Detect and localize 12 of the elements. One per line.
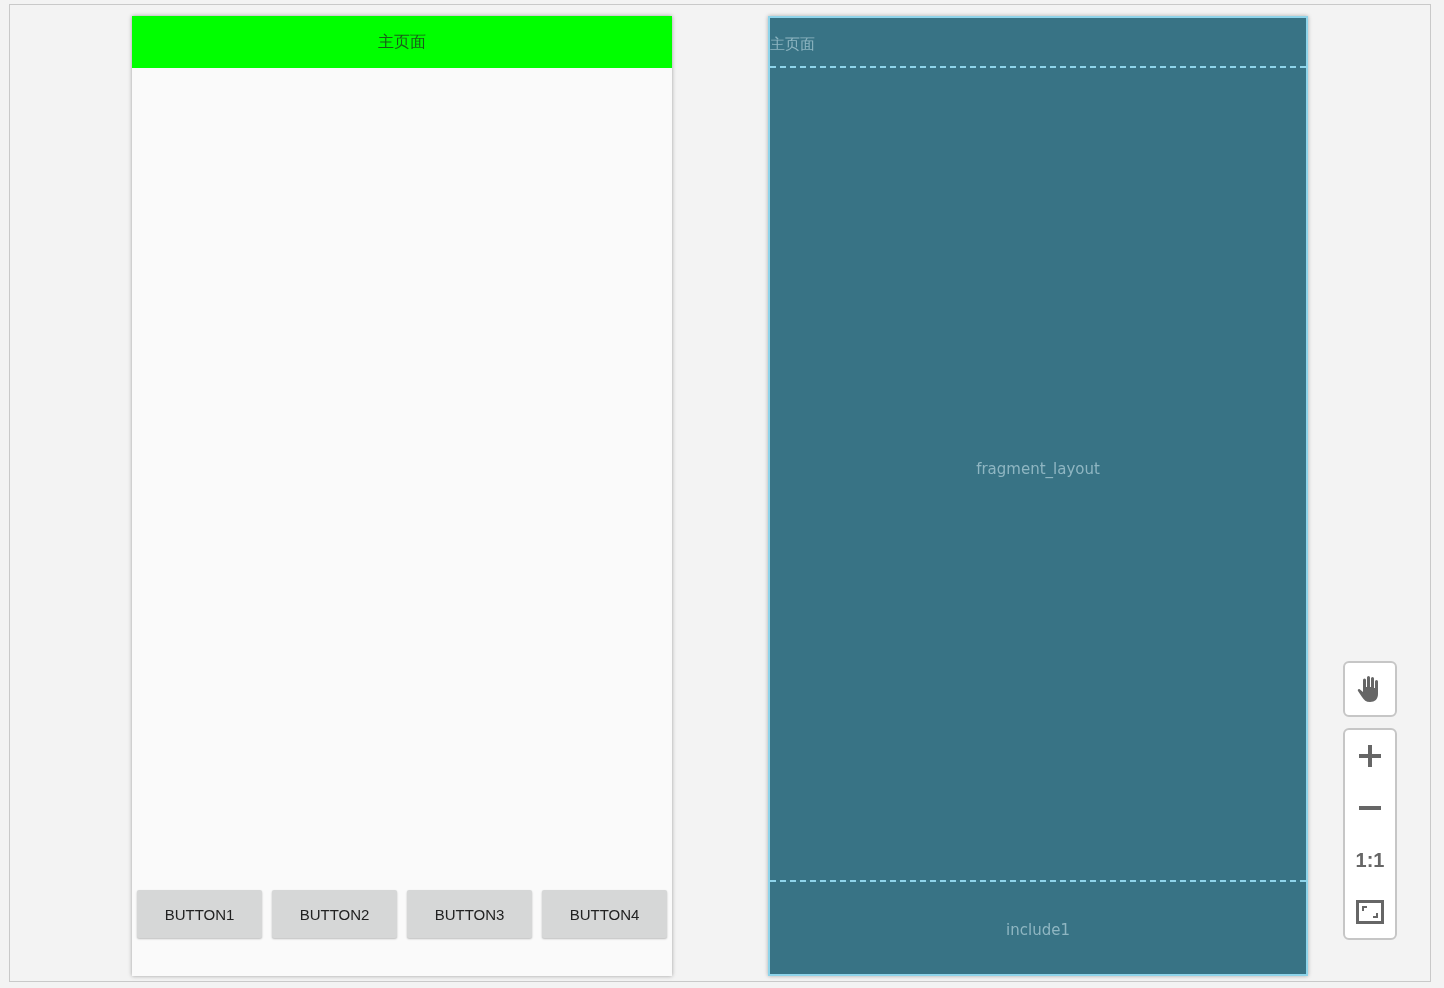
- minus-icon: [1359, 806, 1381, 810]
- app-button[interactable]: BUTTON1: [137, 890, 262, 938]
- app-button[interactable]: BUTTON3: [407, 890, 532, 938]
- blueprint-title: 主页面: [770, 34, 815, 54]
- actual-size-button[interactable]: 1:1: [1345, 834, 1395, 886]
- toolbar-title: 主页面: [378, 31, 426, 53]
- fit-screen-icon: [1356, 900, 1384, 924]
- include-label: include1: [1006, 921, 1070, 939]
- plus-icon: [1359, 745, 1381, 767]
- app-button[interactable]: BUTTON4: [542, 890, 667, 938]
- fragment-label: fragment_layout: [976, 460, 1100, 478]
- app-button[interactable]: BUTTON2: [272, 890, 397, 938]
